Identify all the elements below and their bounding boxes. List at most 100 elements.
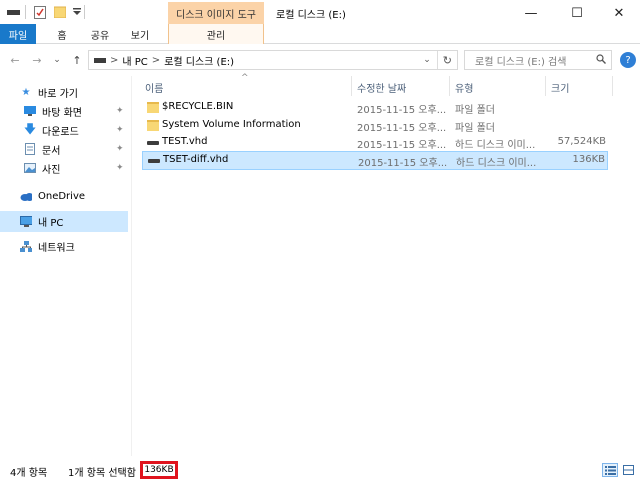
tab-manage[interactable]: 관리	[168, 24, 264, 44]
nav-label: 다운로드	[42, 126, 79, 138]
column-separator[interactable]	[545, 76, 546, 96]
search-placeholder: 로컬 디스크 (E:) 검색	[475, 56, 567, 68]
recent-locations-button[interactable]: ⌄	[50, 53, 64, 67]
close-button[interactable]: ✕	[596, 0, 640, 26]
file-date: 2015-11-15 오후...	[358, 158, 448, 169]
status-selected: 1개 항목 선택함	[68, 468, 136, 479]
nav-item-thispc[interactable]: 내 PC	[0, 211, 128, 232]
file-row[interactable]: System Volume Information 2015-11-15 오후.…	[142, 117, 608, 134]
file-size: 57,524KB	[557, 136, 606, 147]
search-box[interactable]: 로컬 디스크 (E:) 검색	[464, 50, 612, 70]
file-date: 2015-11-15 오후...	[357, 105, 447, 116]
address-dropdown-icon[interactable]: ⌄	[423, 55, 431, 65]
pin-icon[interactable]: ✦	[116, 125, 124, 135]
tab-file[interactable]: 파일	[0, 24, 36, 44]
column-separator[interactable]	[612, 76, 613, 96]
file-name: TEST.vhd	[162, 136, 208, 147]
large-icons-view-icon[interactable]	[620, 463, 636, 477]
nav-item-desktop[interactable]: 바탕 화면 ✦	[0, 101, 128, 121]
qa-divider	[25, 5, 26, 19]
column-header-modified[interactable]: 수정한 날짜	[357, 80, 406, 95]
status-selected-size: 136KB	[140, 461, 178, 479]
pane-divider[interactable]	[131, 76, 132, 456]
file-name: TSET-diff.vhd	[163, 154, 229, 165]
breadcrumb-separator: >	[110, 54, 119, 66]
breadcrumb-drive[interactable]: 로컬 디스크 (E:)	[164, 53, 234, 68]
pin-icon[interactable]: ✦	[116, 106, 124, 116]
properties-icon[interactable]	[33, 5, 47, 19]
address-divider	[436, 51, 438, 69]
file-date: 2015-11-15 오후...	[357, 123, 447, 134]
column-header-type[interactable]: 유형	[455, 80, 473, 95]
file-type: 하드 디스크 이미...	[456, 158, 537, 169]
breadcrumb-separator: >	[151, 54, 161, 66]
nav-quick-access[interactable]: ★ 바로 가기	[0, 82, 128, 102]
refresh-icon[interactable]: ↻	[443, 54, 452, 67]
window-title: 로컬 디스크 (E:)	[276, 10, 346, 21]
column-separator[interactable]	[351, 76, 352, 96]
tab-share[interactable]: 공유	[86, 24, 114, 44]
folder-icon	[147, 102, 159, 113]
qa-customize-icon[interactable]	[70, 5, 84, 19]
qa-divider	[84, 5, 85, 19]
minimize-button[interactable]: —	[508, 0, 554, 26]
column-headers: ^ 이름 수정한 날짜 유형 크기	[137, 73, 617, 96]
file-row-selected[interactable]: TSET-diff.vhd 2015-11-15 오후... 하드 디스크 이미…	[142, 151, 608, 170]
context-tool-header: 디스크 이미지 도구	[168, 2, 264, 24]
maximize-button[interactable]: ☐	[554, 0, 600, 26]
sort-ascending-icon: ^	[241, 73, 249, 83]
back-button[interactable]: ←	[8, 53, 22, 67]
computer-icon	[20, 216, 32, 228]
file-name: $RECYCLE.BIN	[162, 101, 234, 112]
nav-label: 바로 가기	[38, 88, 78, 100]
drive-icon	[94, 56, 106, 64]
cloud-icon	[20, 190, 32, 202]
nav-label: 사진	[42, 164, 61, 176]
column-header-size[interactable]: 크기	[551, 80, 569, 95]
nav-label: 내 PC	[38, 218, 64, 229]
file-type: 파일 폴더	[455, 123, 495, 134]
nav-label: 바탕 화면	[42, 107, 82, 119]
nav-item-documents[interactable]: 문서 ✦	[0, 139, 128, 159]
nav-item-downloads[interactable]: 🡇 다운로드 ✦	[0, 120, 128, 140]
pictures-icon	[24, 162, 36, 174]
nav-item-onedrive[interactable]: OneDrive	[0, 186, 128, 206]
help-button[interactable]: ?	[620, 52, 636, 68]
pin-icon[interactable]: ✦	[116, 163, 124, 173]
breadcrumb-thispc[interactable]: 내 PC	[122, 53, 147, 68]
folder-icon	[147, 120, 159, 131]
file-type: 파일 폴더	[455, 105, 495, 116]
star-icon: ★	[21, 86, 31, 98]
nav-item-network[interactable]: 네트워크	[0, 236, 128, 256]
tab-home[interactable]: 홈	[50, 24, 74, 44]
nav-label: 문서	[42, 145, 61, 157]
search-icon	[596, 53, 606, 67]
file-date: 2015-11-15 오후...	[357, 140, 447, 151]
address-bar[interactable]: > 내 PC > 로컬 디스크 (E:) ⌄ ↻	[88, 50, 458, 70]
nav-label: OneDrive	[38, 190, 86, 202]
file-size: 136KB	[572, 154, 605, 165]
vhd-icon	[148, 155, 160, 166]
up-button[interactable]: ↑	[70, 53, 84, 67]
column-separator[interactable]	[449, 76, 450, 96]
new-folder-icon[interactable]	[53, 5, 67, 19]
tab-view[interactable]: 보기	[126, 24, 154, 44]
column-header-name[interactable]: 이름	[145, 80, 163, 95]
details-view-icon[interactable]	[602, 463, 618, 477]
network-icon	[20, 240, 32, 252]
navigation-pane: ★ 바로 가기 바탕 화면 ✦ 🡇 다운로드 ✦ 문서 ✦ 사진 ✦ OneDr…	[0, 76, 130, 456]
forward-button[interactable]: →	[30, 53, 44, 67]
file-row[interactable]: TEST.vhd 2015-11-15 오후... 하드 디스크 이미... 5…	[142, 134, 608, 151]
file-row[interactable]: $RECYCLE.BIN 2015-11-15 오후... 파일 폴더	[142, 99, 608, 116]
nav-label: 네트워크	[38, 242, 75, 254]
vhd-icon	[147, 137, 159, 148]
file-type: 하드 디스크 이미...	[455, 140, 536, 151]
file-name: System Volume Information	[162, 119, 301, 130]
documents-icon	[24, 143, 36, 155]
status-item-count: 4개 항목	[10, 468, 48, 479]
pin-icon[interactable]: ✦	[116, 144, 124, 154]
nav-item-pictures[interactable]: 사진 ✦	[0, 158, 128, 178]
drive-icon[interactable]	[6, 5, 20, 19]
download-icon: 🡇	[23, 121, 37, 136]
desktop-icon	[24, 105, 36, 117]
